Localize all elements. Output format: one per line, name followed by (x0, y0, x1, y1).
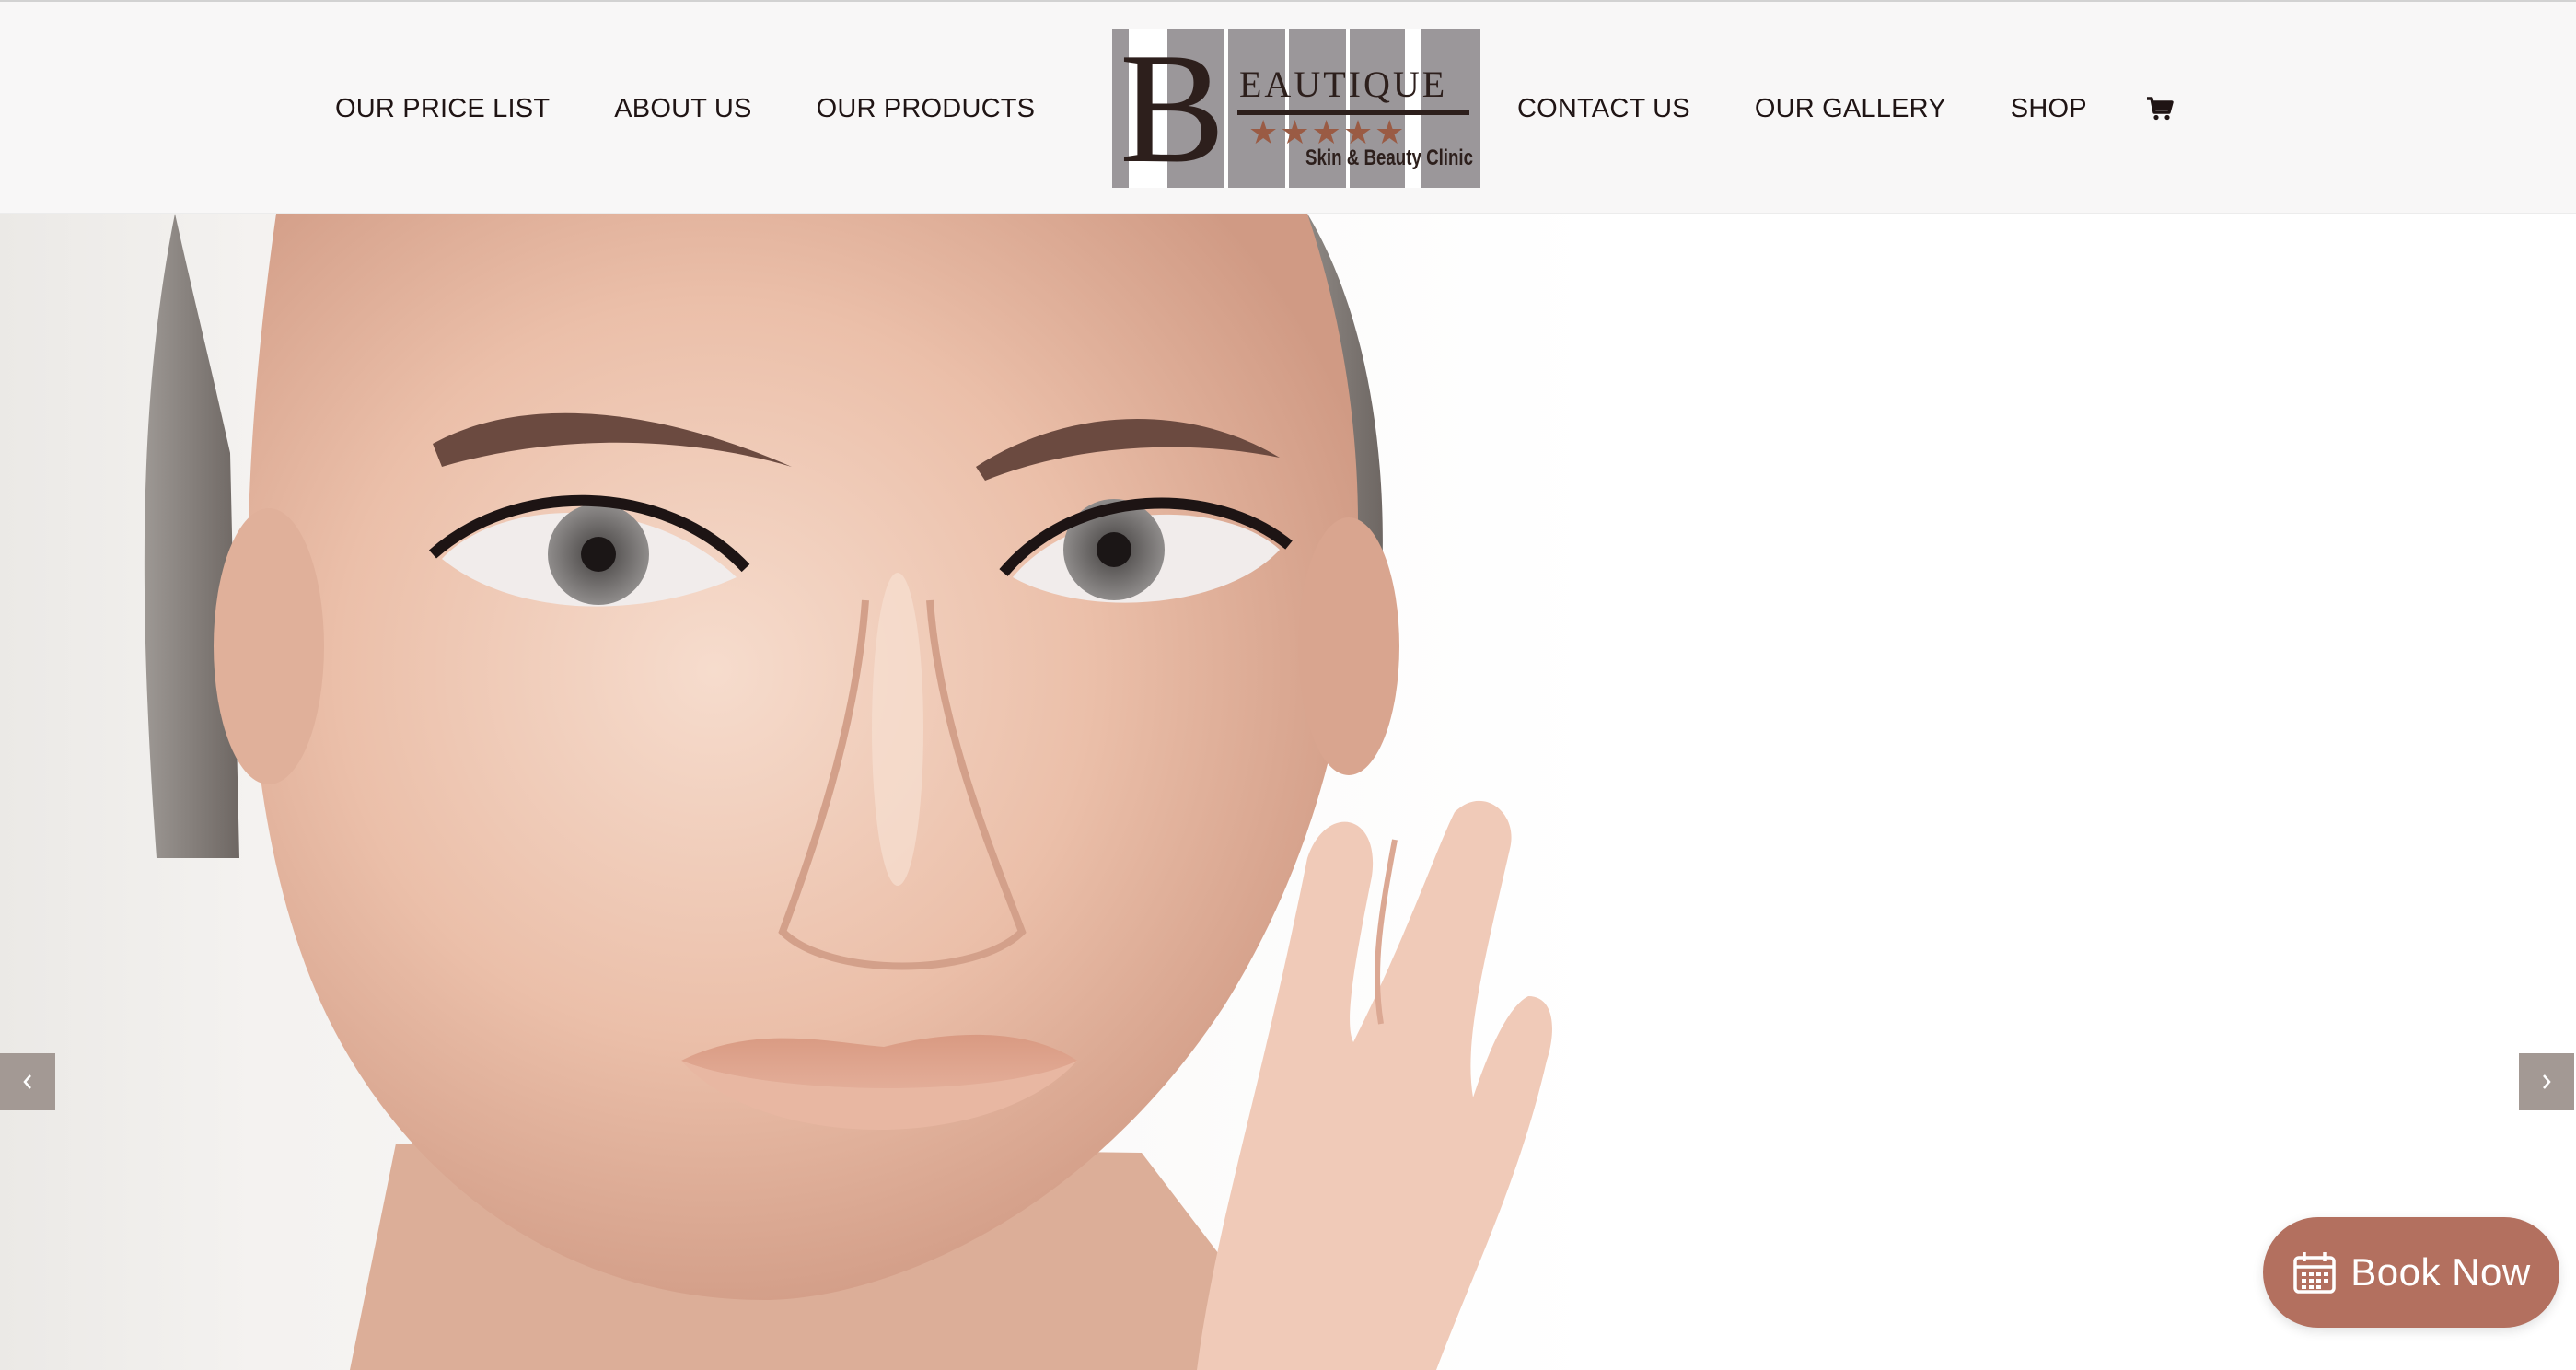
logo-wordmark: EAUTIQUE (1239, 64, 1448, 105)
slider-prev-button[interactable] (0, 1053, 55, 1110)
nav-link-about-us[interactable]: ABOUT US (614, 94, 751, 124)
cart-link[interactable] (2146, 96, 2174, 122)
nav-link-price-list[interactable]: OUR PRICE LIST (335, 94, 550, 124)
slider-next-button[interactable] (2519, 1053, 2574, 1110)
nav-link-shop[interactable]: SHOP (2011, 94, 2087, 124)
hero-portrait-image (144, 214, 1552, 1370)
logo-letter: B (1120, 29, 1225, 188)
calendar-icon (2293, 1252, 2337, 1294)
site-logo[interactable]: B EAUTIQUE ★★★★★ Skin & Beauty Clinic (1112, 29, 1480, 188)
cart-icon (2146, 97, 2174, 121)
logo-tagline: Skin & Beauty Clinic (1305, 145, 1474, 170)
hero-slider (0, 214, 2576, 1370)
primary-nav-left: OUR PRICE LIST ABOUT US OUR PRODUCTS (335, 2, 1099, 215)
book-now-button[interactable]: Book Now (2263, 1217, 2559, 1328)
nav-link-our-products[interactable]: OUR PRODUCTS (817, 94, 1036, 124)
chevron-right-icon (2543, 1074, 2551, 1089)
nav-link-our-gallery[interactable]: OUR GALLERY (1755, 94, 1946, 124)
book-now-label: Book Now (2350, 1250, 2531, 1294)
chevron-left-icon (23, 1074, 31, 1089)
site-header: OUR PRICE LIST ABOUT US OUR PRODUCTS B E… (0, 0, 2576, 214)
primary-nav-right: CONTACT US OUR GALLERY SHOP (1517, 2, 2174, 215)
nav-link-contact-us[interactable]: CONTACT US (1517, 94, 1690, 124)
